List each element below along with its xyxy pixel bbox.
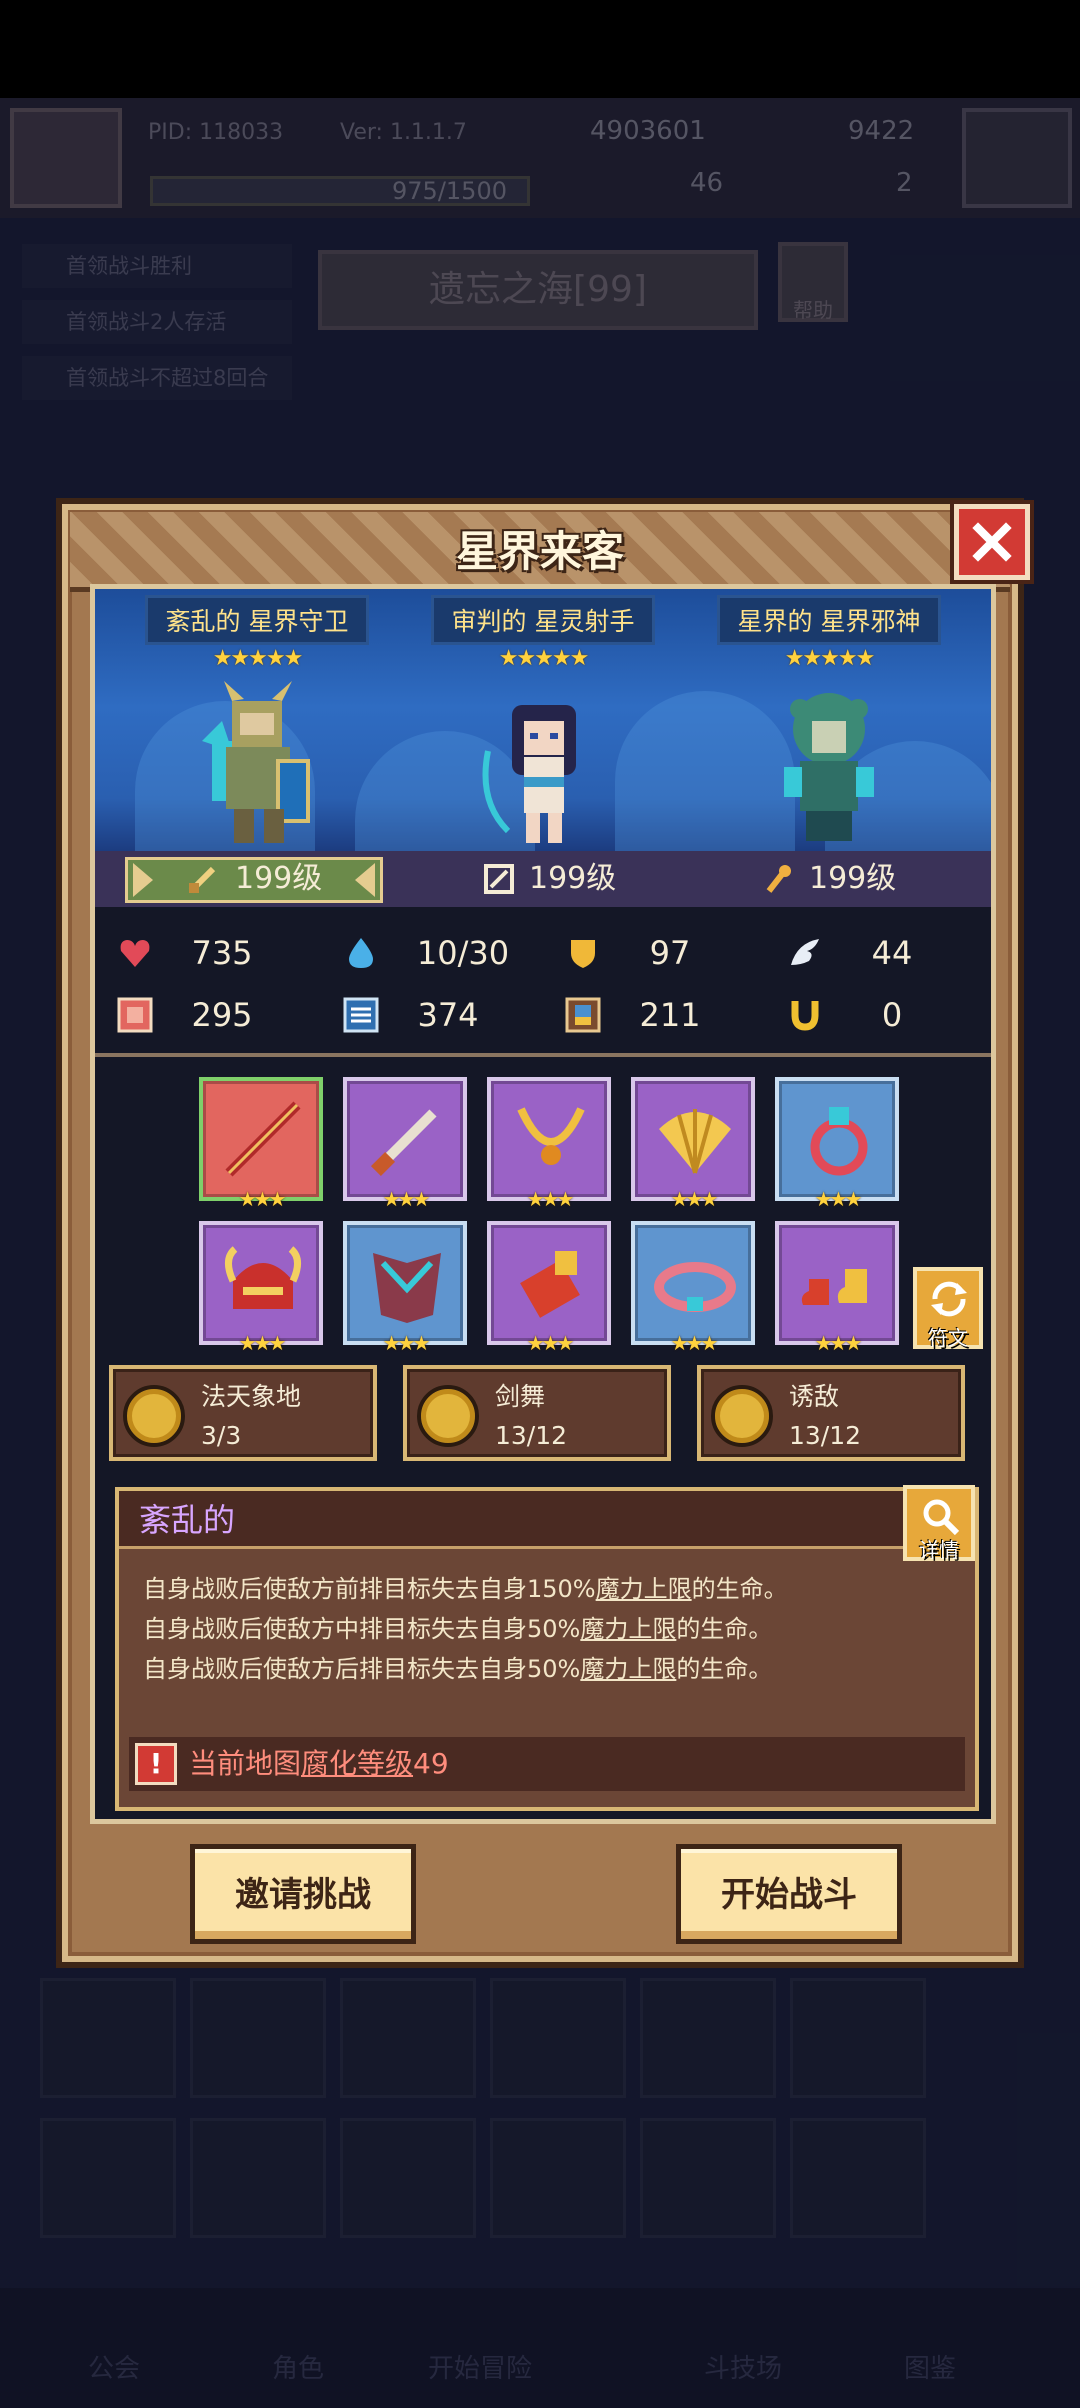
invite-challenge-button[interactable]: 邀请挑战 [190,1844,416,1944]
hero-stars: ★★★★★ [212,646,304,671]
hero-name: 星界的 星界邪神 [716,595,942,645]
wand-class-icon [766,865,791,893]
heart-icon [120,940,150,967]
refresh-icon [931,1281,967,1317]
skill-card[interactable]: 剑舞 13/12 [403,1365,671,1461]
skill-icon [417,1385,479,1447]
equipment-slot-necklace[interactable]: ★★★ [487,1077,611,1211]
close-icon [972,522,1012,562]
skill-level: 13/12 [495,1421,568,1450]
corruption-warning: ! 当前地图腐化等级49 [129,1737,965,1791]
hero-level: 199级 [529,861,617,896]
detail-label: 详情 [919,1538,959,1562]
skill-name: 剑舞 [495,1382,546,1411]
hero-stars: ★★★★★ [498,646,590,671]
equipment-slot-charm[interactable]: ★★★ [631,1077,755,1211]
equipment-slot-helmet[interactable]: ★★★ [199,1221,323,1355]
magnifier-icon [923,1499,960,1536]
dialog-title-bar: 星界来客 [70,512,1010,592]
encounter-dialog: 星界来客 紊乱的 星界守卫 ★★★★★ 审判的 星灵射手 ★★★★★ 星界的 星… [56,498,1030,1968]
astral-guardian-sprite [202,681,310,843]
affix-effect-line: 自身战败后使敌方后排目标失去自身50%魔力上限的生命。 [143,1655,773,1683]
shield-icon [571,940,595,968]
horseshoe-icon [791,1001,819,1031]
dialog-title: 星界来客 [455,527,624,576]
hero-name: 审判的 星灵射手 [430,595,656,645]
ring-icon [810,1107,868,1176]
gauntlet-icon [520,1251,580,1318]
equipment-slot-offhand[interactable]: ★★★ [343,1077,467,1211]
spellbook-icon [343,997,379,1033]
skill-icon [711,1385,773,1447]
equipment-slot-armor[interactable]: ★★★ [343,1221,467,1355]
equipment-slot-ring[interactable]: ★★★ [775,1077,899,1211]
hero-level: 199级 [235,861,323,896]
sword-class-icon [188,866,216,894]
equipment-slot-weapon[interactable]: ★★★ [199,1077,323,1211]
horned-helmet-icon [225,1246,301,1309]
hero-level-strip: 199级 199级 199级 [95,851,991,907]
skill-icon [123,1385,185,1447]
staff-icon [225,1101,301,1177]
rune-label: 符文 [928,1326,968,1350]
detail-button[interactable]: 详情 [903,1485,975,1562]
water-drop-icon [349,938,373,968]
belt-icon [654,1262,736,1312]
hero-card[interactable]: 星界的 星界邪神 ★★★★★ [699,595,959,851]
hero-level: 199级 [809,861,897,896]
hero-name: 紊乱的 星界守卫 [144,595,370,645]
dagger-icon [370,1109,437,1177]
skill-card[interactable]: 诱敌 13/12 [697,1365,965,1461]
corruption-level-text: 当前地图腐化等级49 [189,1747,449,1780]
magic-resist-icon [565,997,601,1033]
boots-icon [801,1269,867,1305]
skill-level: 3/3 [201,1421,242,1450]
warning-icon: ! [135,1743,177,1785]
dialog-content: 紊乱的 星界守卫 ★★★★★ 审判的 星灵射手 ★★★★★ 星界的 星界邪神 ★… [90,584,996,1824]
hero-card[interactable]: 紊乱的 星界守卫 ★★★★★ [127,595,387,851]
affix-description-panel: 紊乱的 详情 自身战败后使敌方前排目标失去自身150%魔力上限的生命。 自身战败… [115,1485,979,1811]
equipment-slot-gloves[interactable]: ★★★ [487,1221,611,1355]
skill-name: 诱敌 [789,1382,840,1411]
skill-card[interactable]: 法天象地 3/3 [109,1365,377,1461]
skill-name: 法天象地 [201,1382,302,1411]
hero-stars: ★★★★★ [784,646,876,671]
astral-evil-god-sprite [784,693,874,841]
equipment-slot-boots[interactable]: ★★★ [775,1221,899,1355]
hero-card[interactable]: 审判的 星灵射手 ★★★★★ [413,595,673,851]
necklace-icon [517,1107,585,1165]
astral-archer-sprite [482,705,576,843]
hero-scene: 紊乱的 星界守卫 ★★★★★ 审判的 星灵射手 ★★★★★ 星界的 星界邪神 ★… [95,589,991,851]
affix-header: 紊乱的 [119,1491,975,1549]
skill-level: 13/12 [789,1421,862,1450]
close-button[interactable] [954,504,1030,580]
affix-title: 紊乱的 [139,1501,236,1539]
affix-effect-line: 自身战败后使敌方中排目标失去自身50%魔力上限的生命。 [143,1615,773,1643]
equipment-slot-belt[interactable]: ★★★ [631,1221,755,1355]
wing-icon [791,939,819,965]
shield-class-icon [484,864,514,894]
divider [95,1053,991,1057]
chest-armor-icon [373,1253,441,1323]
rune-button[interactable]: 符文 [913,1267,983,1350]
shell-icon [659,1109,731,1174]
fist-icon [117,997,153,1033]
start-battle-button[interactable]: 开始战斗 [676,1844,902,1944]
arrow-right-icon[interactable] [355,863,379,897]
affix-effect-line: 自身战败后使敌方前排目标失去自身150%魔力上限的生命。 [143,1575,788,1603]
arrow-left-icon[interactable] [129,863,153,897]
